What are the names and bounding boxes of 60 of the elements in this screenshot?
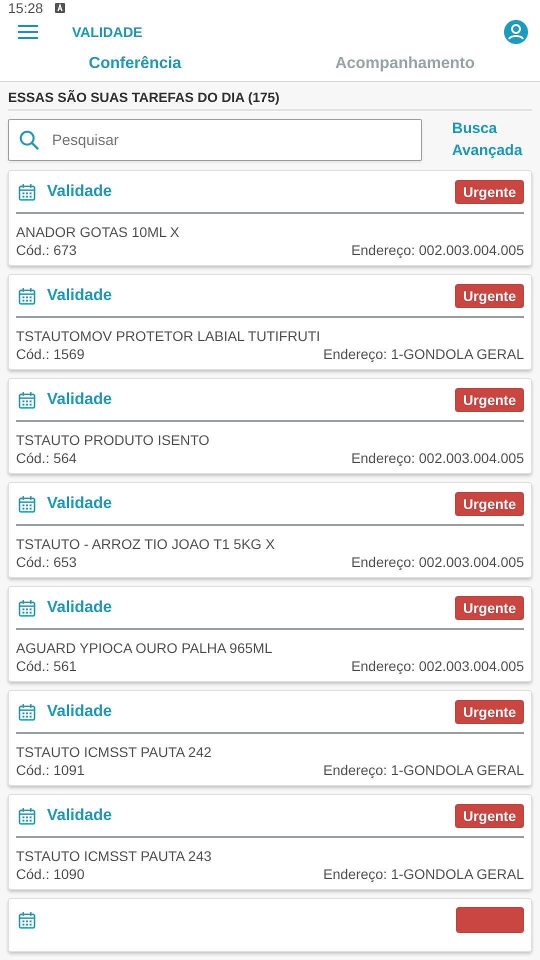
urgent-badge: Urgente <box>455 388 524 412</box>
task-title: Validade <box>47 287 112 305</box>
search-field[interactable]: Pesquisar <box>8 119 422 161</box>
urgent-badge <box>456 907 524 933</box>
task-title: Validade <box>47 183 112 201</box>
urgent-badge: Urgente <box>455 804 524 828</box>
urgent-badge: Urgente <box>455 596 524 620</box>
product-code: Cód.: 561 <box>16 657 77 676</box>
product-name: TSTAUTO ICMSST PAUTA 243 <box>16 847 213 865</box>
calendar-icon <box>18 599 36 617</box>
urgent-badge: Urgente <box>455 284 524 308</box>
product-address: Endereço: 1-GONDOLA GERAL <box>323 761 524 780</box>
task-card[interactable]: Validade Urgente TSTAUTO - ARROZ TIO JOAO T1 5KG X Cód.: 653 Endereço: 002.003.004.005 <box>8 482 532 578</box>
product-code: Cód.: 653 <box>16 553 77 572</box>
task-title: Validade <box>47 599 112 617</box>
product-address: Endereço: 002.003.004.005 <box>351 553 524 572</box>
task-title: Validade <box>47 703 112 721</box>
notification-icon <box>55 3 66 14</box>
status-time: 15:28 <box>8 0 44 16</box>
task-card[interactable]: Validade Urgente TSTAUTO PRODUTO ISENTO Cód.: 564 Endereço: 002.003.004.005 <box>8 378 532 474</box>
calendar-icon <box>18 703 36 721</box>
calendar-icon <box>18 807 36 825</box>
menu-icon[interactable] <box>18 25 38 40</box>
calendar-icon <box>18 911 36 929</box>
urgent-badge: Urgente <box>455 700 524 724</box>
user-avatar-icon[interactable] <box>504 20 528 44</box>
calendar-icon <box>18 495 36 513</box>
task-card[interactable]: Validade Urgente ANADOR GOTAS 10ML X Cód.: 673 Endereço: 002.003.004.005 <box>8 170 532 266</box>
product-code: Cód.: 564 <box>16 449 77 468</box>
urgent-badge: Urgente <box>455 492 524 516</box>
task-card[interactable]: Validade Urgente TSTAUTOMOV PROTETOR LABIAL TUTIFRUTI Cód.: 1569 Endereço: 1-GONDOLA GERAL <box>8 274 532 370</box>
task-card[interactable] <box>8 898 532 952</box>
task-card[interactable]: Validade Urgente AGUARD YPIOCA OURO PALHA 965ML Cód.: 561 Endereço: 002.003.004.005 <box>8 586 532 682</box>
product-name: TSTAUTO - ARROZ TIO JOAO T1 5KG X <box>16 535 276 553</box>
task-title: Validade <box>47 807 112 825</box>
section-title: ESSAS SÃO SUAS TAREFAS DO DIA (175) <box>8 88 532 111</box>
search-icon <box>18 129 40 151</box>
product-address: Endereço: 1-GONDOLA GERAL <box>323 345 524 364</box>
calendar-icon <box>18 391 36 409</box>
task-card[interactable]: Validade Urgente TSTAUTO ICMSST PAUTA 243 Cód.: 1090 Endereço: 1-GONDOLA GERAL <box>8 794 532 890</box>
product-code: Cód.: 1569 <box>16 345 84 364</box>
calendar-icon <box>18 183 36 201</box>
task-card[interactable]: Validade Urgente TSTAUTO ICMSST PAUTA 242 Cód.: 1091 Endereço: 1-GONDOLA GERAL <box>8 690 532 786</box>
task-title: Validade <box>47 391 112 409</box>
urgent-badge: Urgente <box>455 180 524 204</box>
product-code: Cód.: 1091 <box>16 761 84 780</box>
product-name: TSTAUTOMOV PROTETOR LABIAL TUTIFRUTI <box>16 327 322 345</box>
product-name: TSTAUTO ICMSST PAUTA 242 <box>16 743 213 761</box>
product-code: Cód.: 673 <box>16 241 77 260</box>
calendar-icon <box>18 287 36 305</box>
product-address: Endereço: 002.003.004.005 <box>351 449 524 468</box>
task-title: Validade <box>47 495 112 513</box>
app-title: VALIDADE <box>72 24 143 40</box>
product-name: AGUARD YPIOCA OURO PALHA 965ML <box>16 639 274 657</box>
product-address: Endereço: 002.003.004.005 <box>351 241 524 260</box>
product-name: ANADOR GOTAS 10ML X <box>16 223 180 241</box>
product-name: TSTAUTO PRODUTO ISENTO <box>16 431 210 449</box>
product-address: Endereço: 002.003.004.005 <box>351 657 524 676</box>
product-address: Endereço: 1-GONDOLA GERAL <box>323 865 524 884</box>
product-code: Cód.: 1090 <box>16 865 84 884</box>
